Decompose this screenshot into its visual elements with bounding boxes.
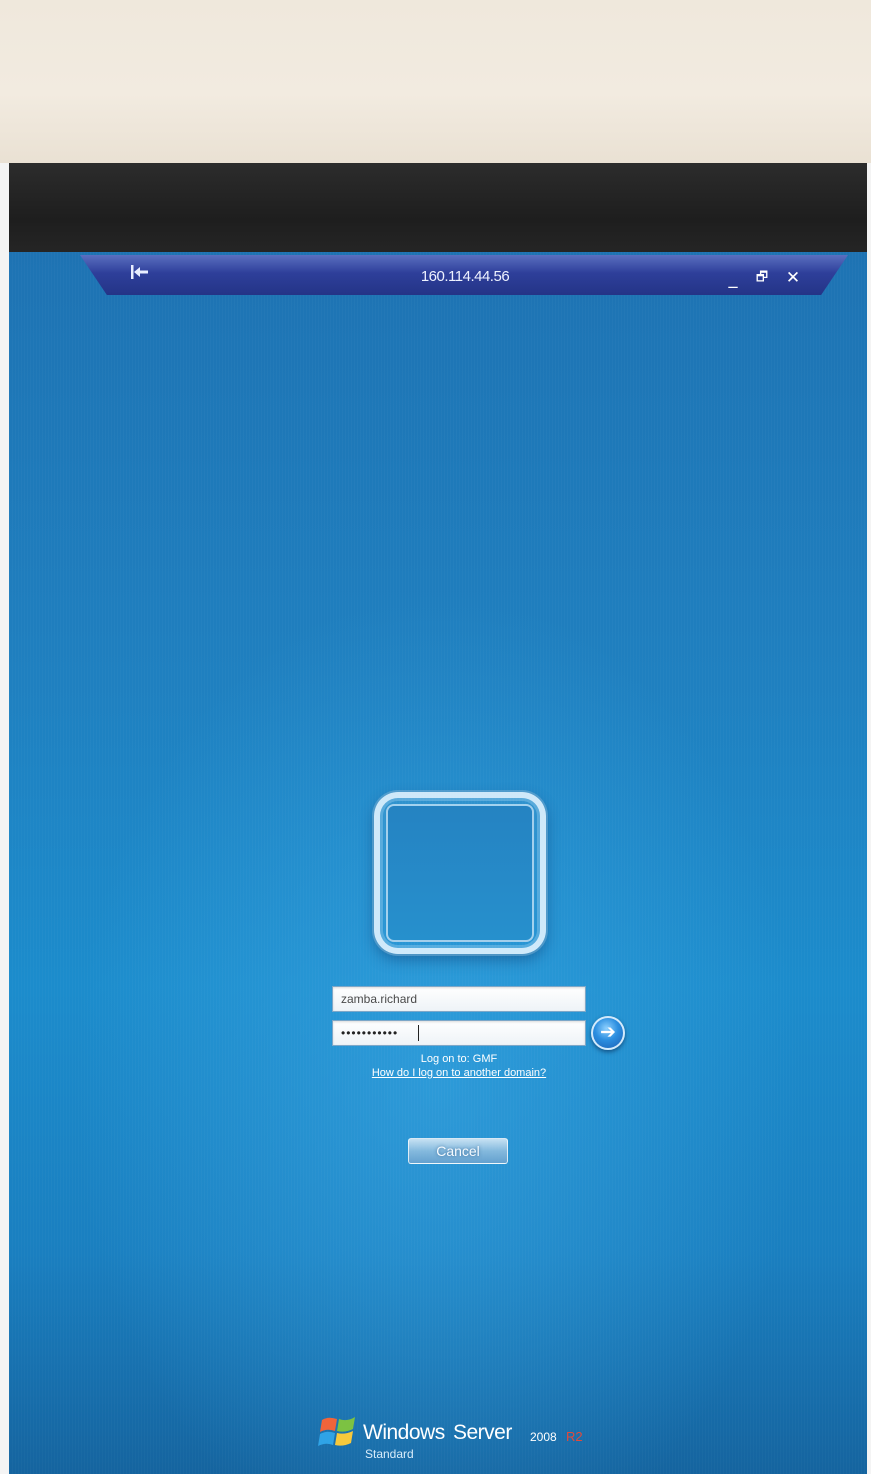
user-picture <box>386 804 534 942</box>
brand-windows-text: Windows <box>363 1421 445 1444</box>
pin-icon[interactable] <box>128 263 150 281</box>
connection-title: 160.114.44.56 <box>420 268 510 285</box>
brand-server-text: Server <box>453 1421 512 1444</box>
text-caret <box>418 1025 419 1041</box>
brand-year-text: 2008 <box>530 1430 557 1444</box>
windows-flag-icon <box>318 1417 355 1446</box>
minimize-button[interactable]: _ <box>722 268 744 289</box>
monitor-bezel-right <box>867 163 871 1474</box>
pin-icon-graphic <box>131 265 148 279</box>
password-field[interactable] <box>332 1020 586 1046</box>
monitor-bezel-left <box>0 163 9 1474</box>
user-picture-frame <box>374 792 546 954</box>
log-on-to-label: Log on to: GMF <box>420 1053 498 1065</box>
arrow-right-icon: ➔ <box>600 1021 616 1043</box>
brand-edition-text: Standard <box>365 1447 414 1461</box>
monitor-bezel <box>0 163 871 258</box>
submit-arrow-button[interactable]: ➔ <box>591 1016 625 1050</box>
close-button[interactable]: ✕ <box>782 268 804 288</box>
brand-release-text: R2 <box>566 1429 583 1444</box>
other-domain-link[interactable]: How do I log on to another domain? <box>330 1067 588 1079</box>
username-field[interactable] <box>332 986 586 1012</box>
restore-button[interactable]: 🗗 <box>751 268 773 288</box>
windows-server-branding: Windows Server 2008 R2 Standard <box>318 1410 618 1466</box>
wall-background <box>0 0 871 170</box>
cancel-button[interactable]: Cancel <box>408 1138 508 1164</box>
